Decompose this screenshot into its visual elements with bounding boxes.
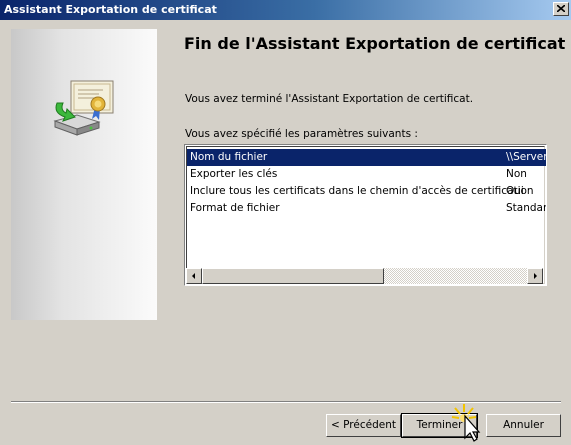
scroll-right-button[interactable] bbox=[527, 268, 543, 284]
certificate-export-icon bbox=[53, 80, 114, 136]
mouse-pointer-icon bbox=[451, 404, 481, 442]
cancel-button[interactable]: Annuler bbox=[486, 414, 561, 437]
setting-name: Format de fichier bbox=[190, 202, 280, 214]
settings-label: Vous avez spécifié les paramètres suivan… bbox=[185, 128, 418, 140]
setting-value: Standar bbox=[506, 202, 547, 214]
arrow-right-icon bbox=[534, 273, 537, 279]
setting-value: \\Server bbox=[506, 151, 547, 163]
close-icon bbox=[557, 5, 565, 12]
horizontal-scrollbar[interactable] bbox=[186, 268, 543, 284]
title-bar: Assistant Exportation de certificat bbox=[0, 0, 571, 20]
window-title: Assistant Exportation de certificat bbox=[4, 3, 217, 16]
setting-name: Inclure tous les certificats dans le che… bbox=[190, 185, 534, 197]
list-item-export-keys[interactable]: Exporter les clés Non bbox=[187, 166, 546, 183]
completion-message: Vous avez terminé l'Assistant Exportatio… bbox=[185, 93, 474, 105]
scrollbar-thumb[interactable] bbox=[202, 268, 384, 284]
setting-value: Non bbox=[506, 168, 527, 180]
list-item-file-name[interactable]: Nom du fichier \\Server bbox=[187, 149, 547, 166]
list-item-include-certificates[interactable]: Inclure tous les certificats dans le che… bbox=[187, 183, 546, 200]
list-item-file-format[interactable]: Format de fichier Standar bbox=[187, 200, 547, 217]
setting-name: Nom du fichier bbox=[190, 151, 268, 163]
setting-value: Oui bbox=[506, 185, 524, 197]
scroll-left-button[interactable] bbox=[186, 268, 202, 284]
close-button[interactable] bbox=[553, 2, 569, 16]
settings-list[interactable]: Nom du fichier \\Server Exporter les clé… bbox=[184, 144, 547, 286]
previous-button[interactable]: < Précédent bbox=[326, 414, 401, 437]
page-heading: Fin de l'Assistant Exportation de certif… bbox=[184, 34, 566, 53]
wizard-side-panel bbox=[11, 29, 157, 320]
setting-name: Exporter les clés bbox=[190, 168, 278, 180]
arrow-left-icon bbox=[192, 273, 195, 279]
